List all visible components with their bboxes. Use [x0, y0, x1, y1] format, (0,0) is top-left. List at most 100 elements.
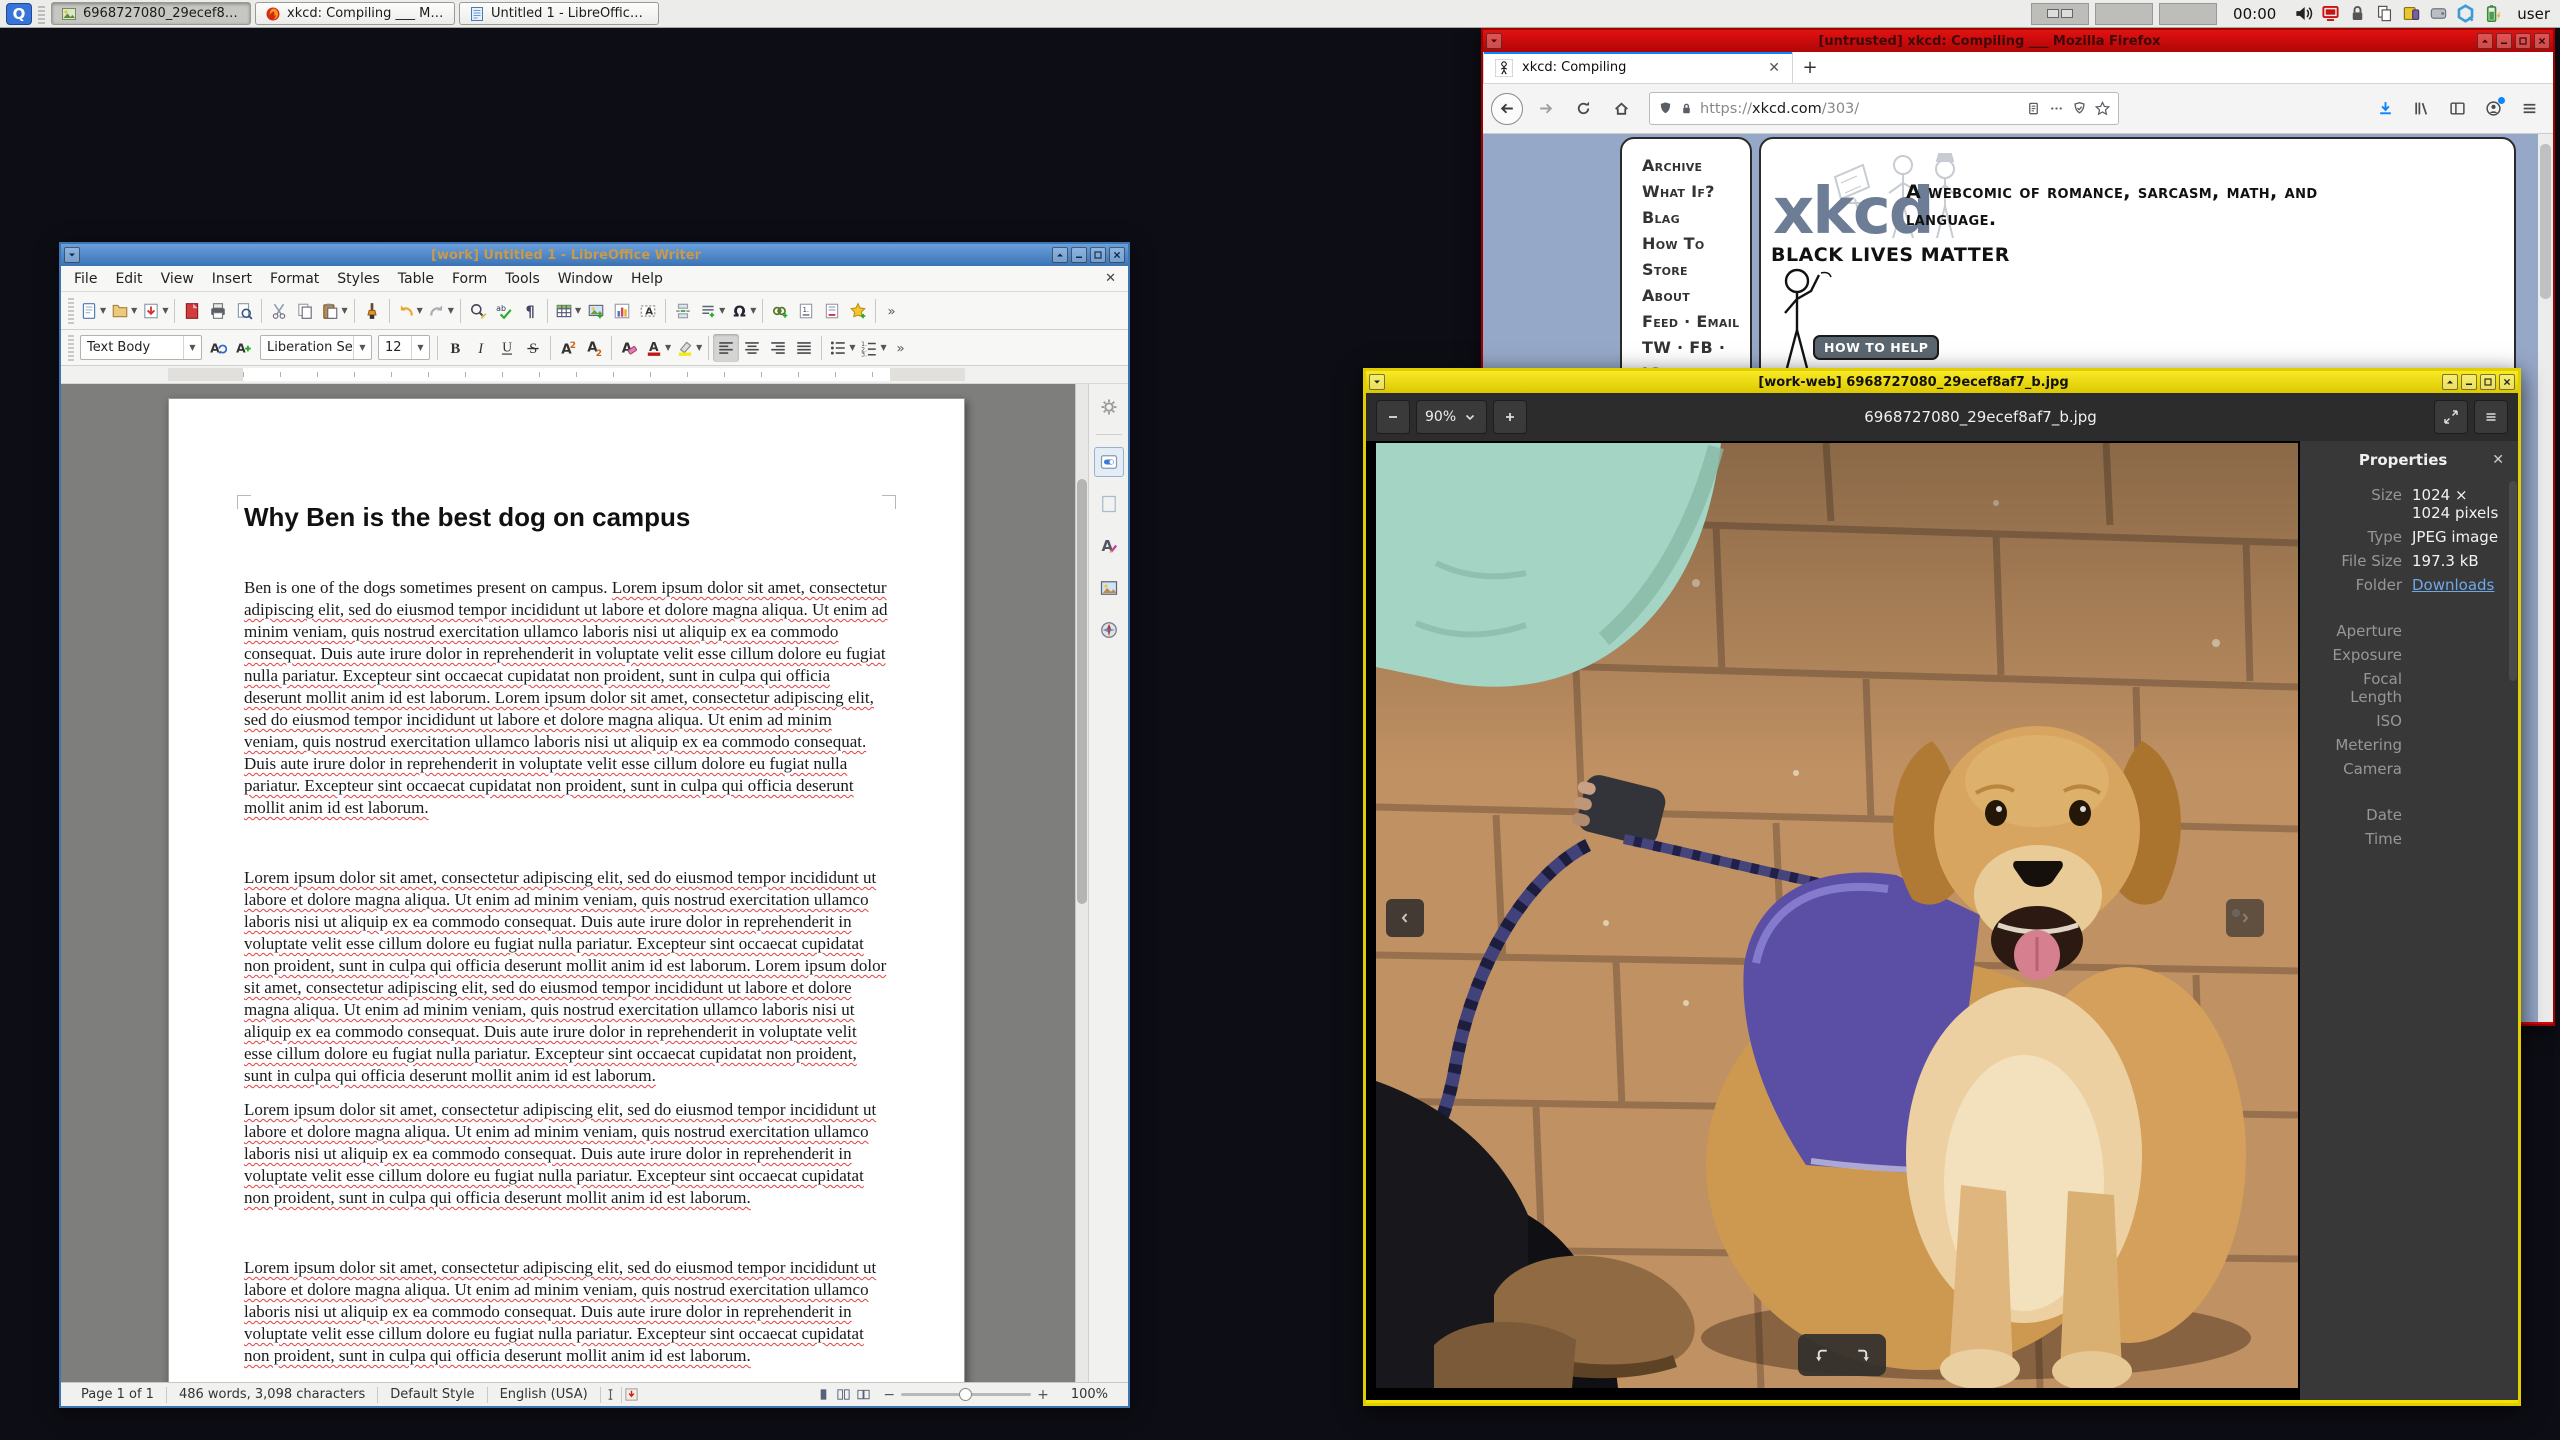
save-button[interactable]: ▼	[139, 297, 170, 325]
update-style-button[interactable]: A	[205, 334, 231, 362]
writer-scrollbar[interactable]	[1075, 384, 1088, 1382]
menu-help[interactable]: Help	[622, 269, 672, 289]
menu-table[interactable]: Table	[389, 269, 443, 289]
dropdown-arrow-icon[interactable]: ▼	[341, 306, 347, 315]
new-style-button[interactable]: A	[231, 334, 257, 362]
writer-titlebar[interactable]: [work] Untitled 1 - LibreOffice Writer	[61, 244, 1128, 266]
shade-icon[interactable]	[1052, 247, 1068, 263]
print-button[interactable]	[205, 297, 231, 325]
insert-hyperlink-button[interactable]	[767, 297, 793, 325]
document-paragraph[interactable]: Lorem ipsum dolor sit amet, consectetur …	[244, 867, 889, 1087]
home-icon[interactable]	[1605, 93, 1637, 125]
properties-scrollbar[interactable]	[2509, 481, 2517, 681]
sidebars-icon[interactable]	[2441, 93, 2473, 125]
insert-bookmark-button[interactable]	[845, 297, 871, 325]
minimize-icon[interactable]	[2496, 33, 2512, 49]
zoom-in-icon[interactable]	[1493, 400, 1528, 434]
dropdown-arrow-icon[interactable]: ▼	[719, 306, 725, 315]
clear-formatting-button[interactable]: A	[616, 334, 642, 362]
sidebar-settings[interactable]	[1094, 392, 1124, 422]
save-status-icon[interactable]	[622, 1385, 642, 1405]
bookmark-star-icon[interactable]	[2095, 101, 2110, 116]
dropdown-arrow-icon[interactable]: ▼	[100, 306, 106, 315]
close-tab-icon[interactable]: ✕	[1766, 60, 1782, 76]
xkcd-nav-link[interactable]: Store	[1642, 257, 1750, 283]
multi-page-view-icon[interactable]	[833, 1385, 853, 1405]
zoom-percent[interactable]: 100%	[1059, 1387, 1120, 1402]
dropdown-arrow-icon[interactable]: ▼	[131, 306, 137, 315]
url-bar[interactable]: https://xkcd.com/303/	[1649, 92, 2119, 125]
xkcd-nav-link[interactable]: How To	[1642, 231, 1750, 257]
property-value[interactable]: Downloads	[2412, 576, 2494, 594]
find-replace-button[interactable]	[465, 297, 491, 325]
menu-window[interactable]: Window	[549, 269, 622, 289]
reader-mode-icon[interactable]	[2026, 101, 2041, 116]
more-button[interactable]: »	[889, 334, 915, 362]
gallery-deck[interactable]	[1094, 573, 1124, 603]
italic-button[interactable]: I	[468, 334, 494, 362]
shield-check-icon[interactable]	[2072, 101, 2087, 116]
viewer-menu-icon[interactable]	[2474, 400, 2508, 434]
menu-tools[interactable]: Tools	[496, 269, 549, 289]
insert-field-button[interactable]: ▼	[696, 297, 727, 325]
account-icon[interactable]	[2477, 93, 2509, 125]
maximize-icon[interactable]	[1090, 247, 1106, 263]
shade-icon[interactable]	[2442, 374, 2458, 390]
copy-button[interactable]	[292, 297, 318, 325]
insert-table-button[interactable]: ▼	[552, 297, 583, 325]
workspace-pager-2[interactable]	[2095, 2, 2154, 25]
taskbar-button-writer-doc[interactable]: Untitled 1 - LibreOffice W...	[459, 2, 659, 25]
xkcd-nav-link[interactable]: Archive	[1642, 153, 1750, 179]
insert-chart-button[interactable]	[609, 297, 635, 325]
horizontal-ruler[interactable]	[61, 366, 1128, 384]
text-language[interactable]: English (USA)	[488, 1387, 600, 1402]
menu-edit[interactable]: Edit	[106, 269, 151, 289]
workspace-pager-1[interactable]	[2031, 2, 2090, 25]
forward-icon[interactable]	[1529, 93, 1561, 125]
cut-button[interactable]	[266, 297, 292, 325]
xkcd-nav-link[interactable]: What If?	[1642, 179, 1750, 205]
maximize-icon[interactable]	[2480, 374, 2496, 390]
insert-textbox-button[interactable]: A	[635, 297, 661, 325]
styles-deck[interactable]: A	[1094, 531, 1124, 561]
menu-file[interactable]: File	[65, 269, 106, 289]
font-color-button[interactable]: A ▼	[642, 334, 673, 362]
dropdown-arrow-icon[interactable]: ▼	[880, 343, 886, 352]
next-image-button[interactable]	[2226, 899, 2264, 937]
redo-button[interactable]: ▼	[425, 297, 456, 325]
more-button[interactable]: »	[880, 297, 906, 325]
single-page-view-icon[interactable]	[813, 1385, 833, 1405]
window-menu-icon[interactable]	[1369, 374, 1385, 390]
document-area[interactable]: Why Ben is the best dog on campus Ben is…	[61, 384, 1075, 1382]
dropdown-arrow-icon[interactable]: ▼	[448, 306, 454, 315]
tracking-shield-icon[interactable]	[1658, 101, 1673, 116]
document-page[interactable]: Why Ben is the best dog on campus Ben is…	[168, 398, 965, 1382]
previous-image-button[interactable]	[1386, 899, 1424, 937]
tab-xkcd[interactable]: xkcd: Compiling ✕	[1483, 52, 1793, 83]
zoom-out-icon[interactable]	[1376, 400, 1410, 434]
insert-mode-icon[interactable]	[601, 1385, 621, 1405]
taskbar-button-image-file[interactable]: 6968727080_29ecef8af...	[51, 2, 251, 25]
close-document-icon[interactable]: ✕	[1097, 271, 1124, 286]
new-button[interactable]: ▼	[77, 297, 108, 325]
dropdown-arrow-icon[interactable]: ▼	[575, 306, 581, 315]
disk-icon[interactable]	[2427, 3, 2449, 25]
close-icon[interactable]	[2499, 374, 2515, 390]
menu-hamburger-icon[interactable]	[2513, 93, 2545, 125]
align-justify-button[interactable]	[791, 334, 817, 362]
zoom-slider[interactable]: − +	[883, 1387, 1048, 1403]
bullet-list-button[interactable]: ▼	[826, 334, 857, 362]
insert-footnote-button[interactable]: 1.	[793, 297, 819, 325]
downloads-icon[interactable]	[2369, 93, 2401, 125]
devices-icon[interactable]	[2400, 3, 2422, 25]
photo-canvas[interactable]	[1366, 441, 2300, 1400]
undo-button[interactable]: ▼	[394, 297, 425, 325]
dropdown-arrow-icon[interactable]: ▼	[849, 343, 855, 352]
zoom-level-select[interactable]: 90%	[1416, 400, 1488, 434]
superscript-button[interactable]: A2	[555, 334, 581, 362]
new-tab-button[interactable]: +	[1793, 52, 1827, 83]
xkcd-nav-link[interactable]: About	[1642, 283, 1750, 309]
formatting-marks-button[interactable]: ¶	[517, 297, 543, 325]
dropdown-arrow-icon[interactable]: ▼	[417, 306, 423, 315]
navigator-deck[interactable]	[1094, 615, 1124, 645]
